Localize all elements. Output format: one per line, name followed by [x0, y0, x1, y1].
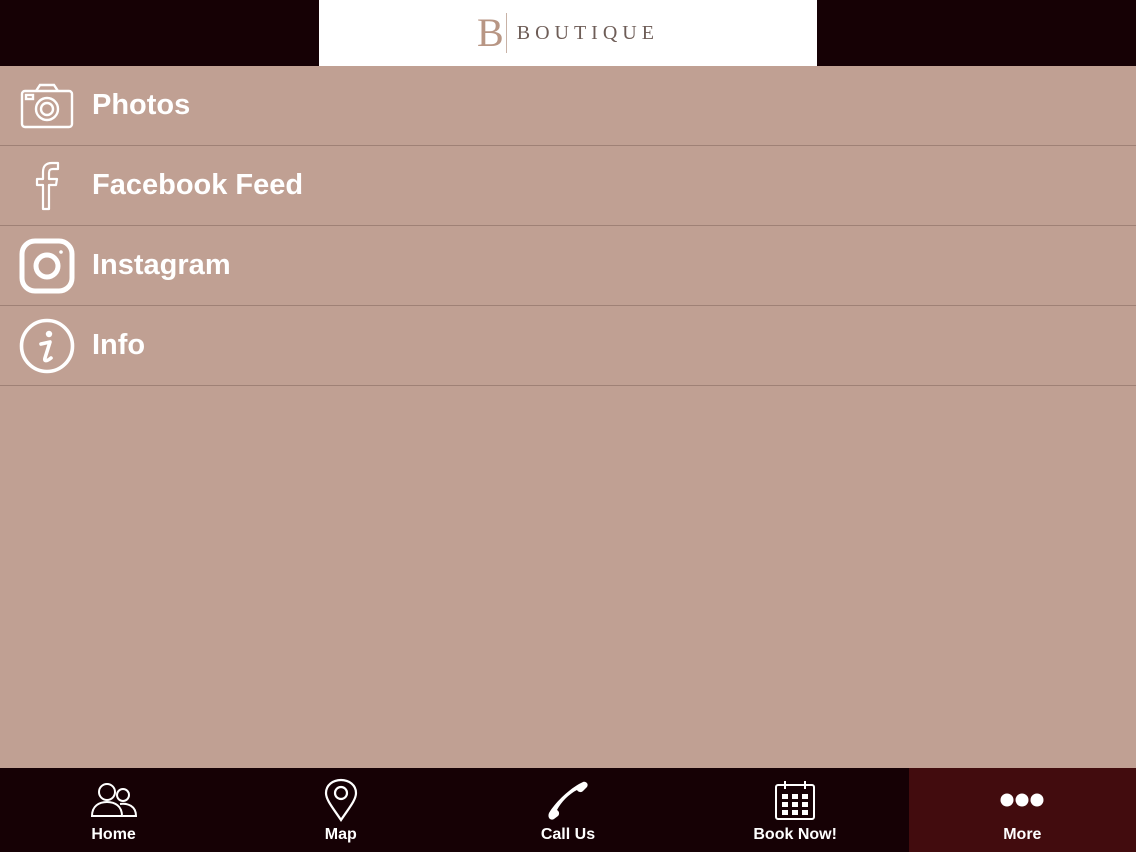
tab-call-us[interactable]: Call Us	[454, 768, 681, 852]
tab-more[interactable]: More	[908, 768, 1136, 852]
menu-item-photos[interactable]: Photos	[0, 66, 1136, 146]
menu-list: Photos Facebook Feed Instagram Info	[0, 66, 1136, 386]
menu-item-label: Instagram	[92, 249, 231, 281]
facebook-icon	[19, 158, 75, 214]
tab-label: Book Now!	[753, 826, 837, 843]
tab-book-now[interactable]: Book Now!	[682, 768, 909, 852]
tab-label: Map	[324, 826, 357, 843]
menu-item-label: Facebook Feed	[92, 169, 304, 201]
people-icon	[90, 778, 138, 822]
menu-item-instagram[interactable]: Instagram	[0, 226, 1136, 306]
more-dots-icon	[998, 778, 1046, 822]
tab-label: Home	[91, 826, 136, 843]
top-bar: B BOUTIQUE	[0, 0, 1136, 66]
logo: B BOUTIQUE	[319, 0, 817, 66]
calendar-icon	[771, 778, 819, 822]
bottom-tab-bar: Home Map Call Us Book Now! More	[0, 768, 1136, 852]
menu-item-info[interactable]: Info	[0, 306, 1136, 386]
instagram-icon	[19, 238, 75, 294]
tab-home[interactable]: Home	[0, 768, 227, 852]
tab-label: More	[1003, 826, 1042, 843]
menu-item-label: Info	[92, 329, 146, 361]
logo-text: BOUTIQUE	[516, 21, 659, 44]
menu-item-facebook-feed[interactable]: Facebook Feed	[0, 146, 1136, 226]
info-icon	[19, 318, 75, 374]
logo-mark: B	[477, 13, 507, 53]
menu-item-label: Photos	[92, 89, 191, 121]
camera-icon	[19, 78, 75, 134]
map-pin-icon	[317, 778, 365, 822]
phone-icon	[544, 778, 592, 822]
tab-map[interactable]: Map	[227, 768, 454, 852]
tab-label: Call Us	[540, 826, 596, 843]
